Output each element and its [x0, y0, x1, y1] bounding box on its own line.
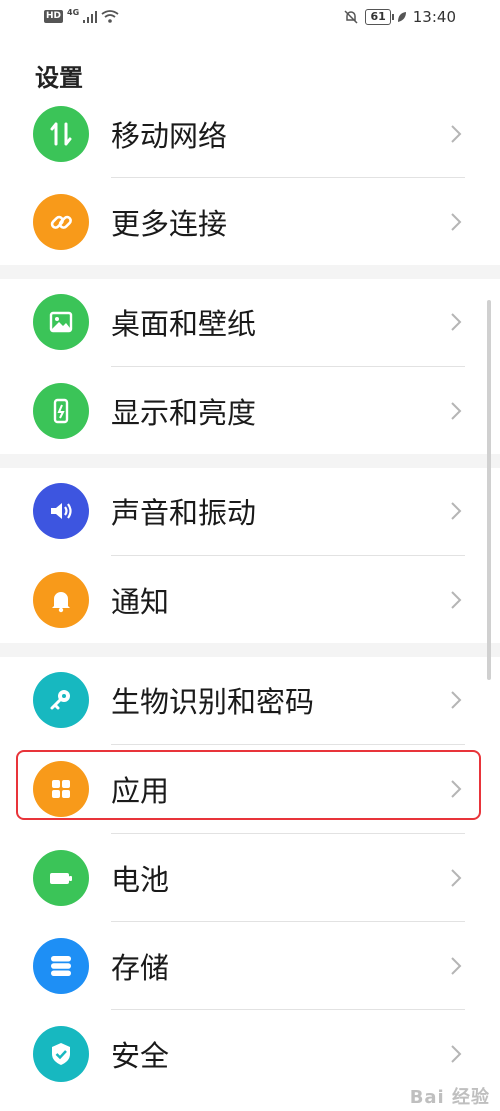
key-icon [33, 672, 89, 728]
settings-item-label: 移动网络 [111, 119, 228, 153]
watermark: Bai 经验 [409, 1087, 490, 1108]
shield-check-icon [33, 1026, 89, 1082]
settings-item-sound-vibration[interactable]: 声音和振动 [0, 467, 500, 555]
settings-item-battery[interactable]: 电池 [0, 834, 500, 922]
settings-item-more-connections[interactable]: 更多连接 [0, 178, 500, 266]
settings-item-display-brightness[interactable]: 显示和亮度 [0, 367, 500, 455]
settings-item-mobile-network[interactable]: 移动网络 [0, 90, 500, 178]
chevron-right-icon [451, 1045, 462, 1063]
settings-item-label: 通知 [111, 585, 170, 619]
settings-item-label: 桌面和壁纸 [111, 307, 257, 341]
chevron-right-icon [451, 691, 462, 709]
chevron-right-icon [451, 957, 462, 975]
settings-item-wallpaper[interactable]: 桌面和壁纸 [0, 278, 500, 366]
settings-item-notifications[interactable]: 通知 [0, 556, 500, 644]
bell-icon [33, 572, 89, 628]
section-separator [0, 643, 500, 657]
sound-icon [33, 483, 89, 539]
chevron-right-icon [451, 402, 462, 420]
settings-item-label: 电池 [111, 863, 170, 897]
page-title: 设置 [35, 64, 83, 92]
chevron-right-icon [451, 313, 462, 331]
mobile-data-icon [33, 106, 89, 162]
settings-item-label: 生物识别和密码 [111, 685, 315, 719]
wallpaper-icon [33, 294, 89, 350]
clock: 13:40 [412, 8, 456, 26]
settings-item-storage[interactable]: 存储 [0, 922, 500, 1010]
storage-icon [33, 938, 89, 994]
hd-icon: HD [44, 10, 64, 23]
settings-item-biometrics-password[interactable]: 生物识别和密码 [0, 656, 500, 744]
display-brightness-icon [33, 383, 89, 439]
settings-item-label: 声音和振动 [111, 496, 257, 530]
settings-item-label: 安全 [111, 1039, 170, 1073]
chevron-right-icon [451, 213, 462, 231]
battery-icon [33, 850, 89, 906]
link-icon [33, 194, 89, 250]
leaf-icon [397, 12, 406, 22]
settings-item-label: 存储 [111, 951, 170, 985]
battery-level: 61 [365, 9, 395, 25]
mute-bell-icon [344, 10, 358, 24]
settings-item-label: 更多连接 [111, 207, 228, 241]
wifi-icon [101, 10, 119, 23]
chevron-right-icon [451, 502, 462, 520]
section-separator [0, 454, 500, 468]
network-type-label: 4G [67, 8, 80, 17]
chevron-right-icon [451, 125, 462, 143]
status-bar: HD 4G 61 13:40 [0, 0, 500, 38]
scrollbar[interactable] [487, 300, 491, 680]
chevron-right-icon [451, 591, 462, 609]
section-separator [0, 265, 500, 279]
chevron-right-icon [451, 869, 462, 887]
signal-icon [83, 10, 98, 23]
highlight-box [16, 750, 481, 820]
settings-item-label: 显示和亮度 [111, 396, 257, 430]
